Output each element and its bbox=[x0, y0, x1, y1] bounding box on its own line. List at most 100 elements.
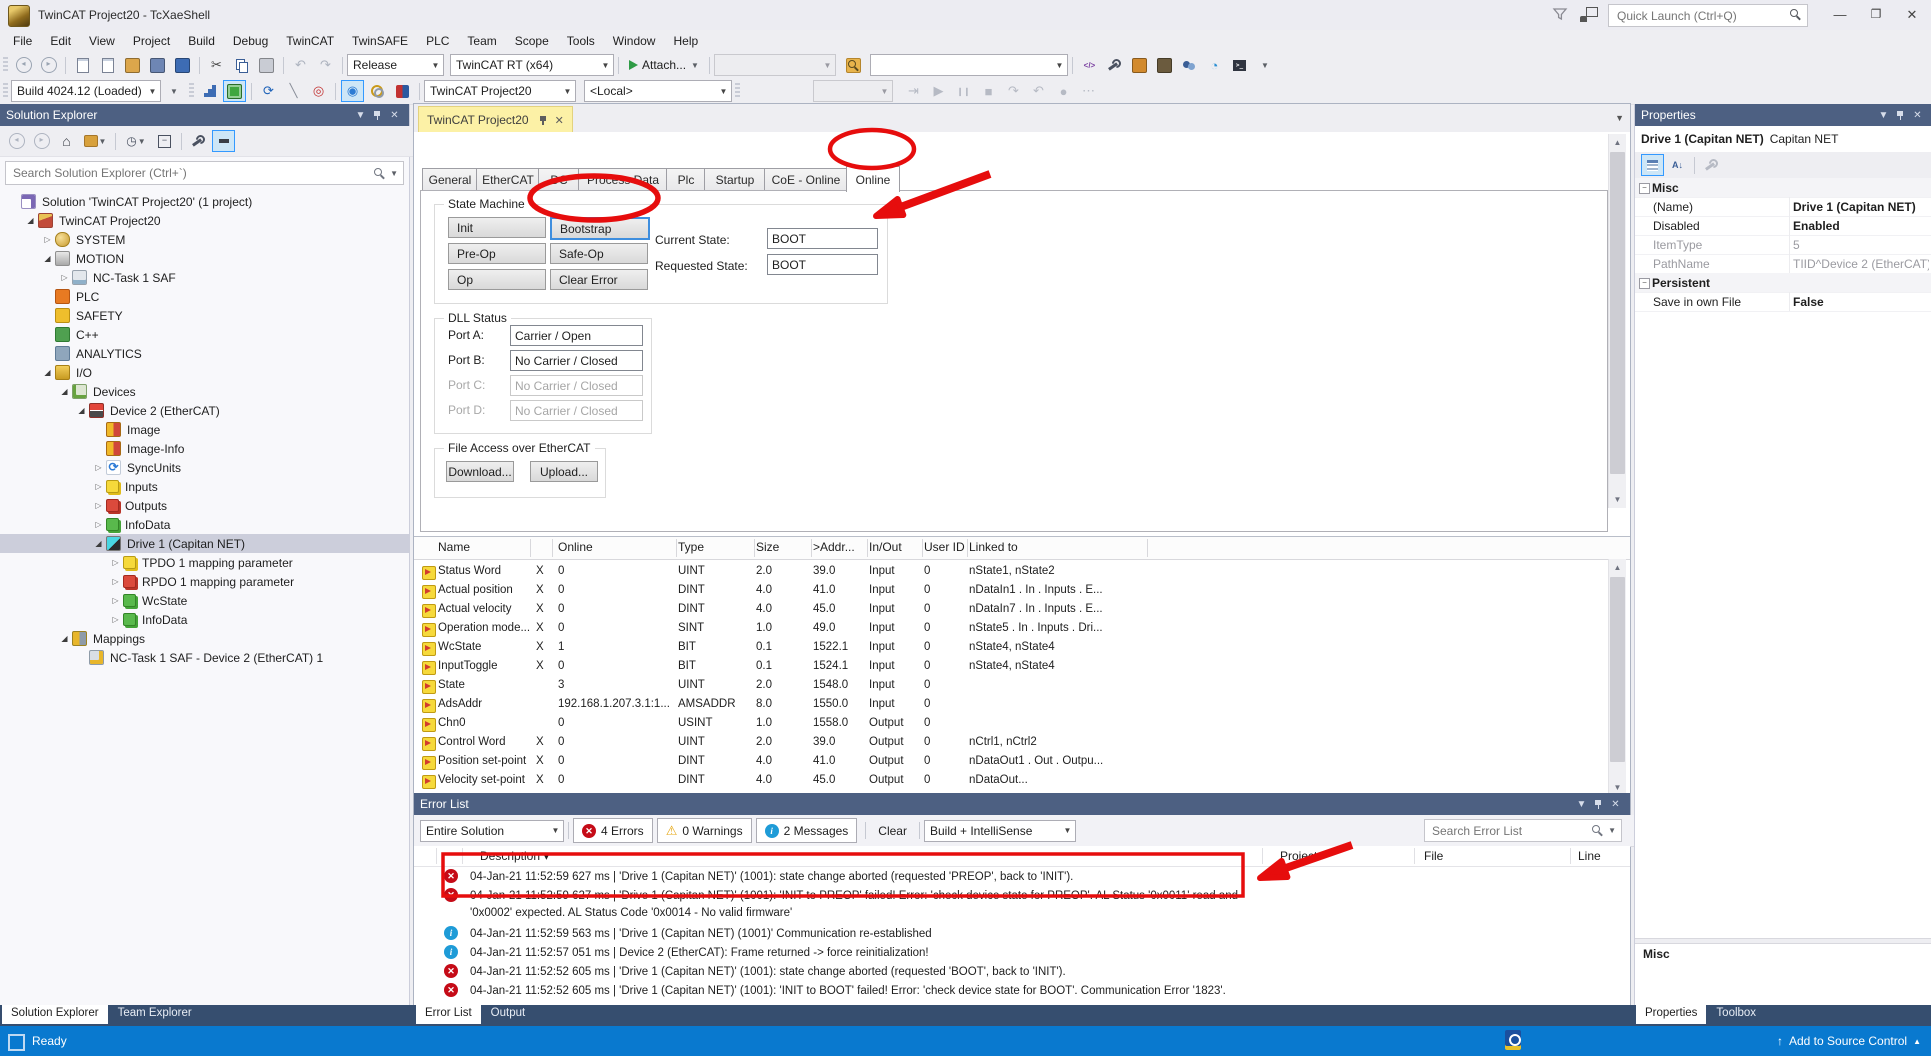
close-icon[interactable]: ✕ bbox=[1607, 796, 1624, 812]
dock-tab-properties[interactable]: Properties bbox=[1636, 1005, 1706, 1024]
solution-platforms-icon[interactable] bbox=[198, 80, 221, 102]
tree-item-infodata[interactable]: ▷InfoData bbox=[0, 515, 409, 534]
error-list-row[interactable]: i04-Jan-21 11:52:59 563 ms | 'Drive 1 (C… bbox=[414, 923, 1630, 942]
error-column-separator[interactable] bbox=[462, 848, 463, 864]
property-row-pathname[interactable]: PathNameTIID^Device 2 (EtherCAT)^ bbox=[1635, 254, 1931, 274]
dialog-tab-online[interactable]: Online bbox=[846, 166, 900, 192]
document-well-dropdown-icon[interactable]: ▼ bbox=[1615, 113, 1624, 123]
tree-expander-icon[interactable]: ◢ bbox=[25, 216, 36, 225]
port-status-field[interactable]: Carrier / Open bbox=[510, 325, 643, 346]
menu-item-twinsafe[interactable]: TwinSAFE bbox=[343, 31, 417, 51]
tree-item-tpdo-1-mapping-parameter[interactable]: ▷TPDO 1 mapping parameter bbox=[0, 553, 409, 572]
tree-expander-icon[interactable]: ▷ bbox=[110, 558, 121, 567]
tree-item-motion[interactable]: ◢MOTION bbox=[0, 249, 409, 268]
port-status-field[interactable]: No Carrier / Closed bbox=[510, 400, 643, 421]
property-row-itemtype[interactable]: ItemType5 bbox=[1635, 235, 1931, 255]
safe-op-button[interactable]: Safe-Op bbox=[550, 243, 648, 264]
twincat-project-combo[interactable]: TwinCAT Project20▼ bbox=[424, 80, 576, 102]
scroll-up-icon[interactable]: ▲ bbox=[1609, 559, 1626, 576]
dialog-tab-startup[interactable]: Startup bbox=[704, 168, 766, 191]
command-window-icon[interactable]: >_ bbox=[1228, 54, 1251, 76]
grid-row-wcstate[interactable]: WcStateX1BIT0.11522.1Input0nState4, nSta… bbox=[414, 639, 1614, 658]
port-status-field[interactable]: No Carrier / Closed bbox=[510, 375, 643, 396]
tree-expander-icon[interactable]: ▷ bbox=[93, 520, 104, 529]
tree-expander-icon[interactable]: ▷ bbox=[93, 501, 104, 510]
tree-expander-icon[interactable]: ◢ bbox=[76, 406, 87, 415]
solution-explorer-search-input[interactable] bbox=[11, 164, 374, 182]
pin-icon[interactable] bbox=[1892, 107, 1909, 123]
grid-row-velocity-set-point[interactable]: Velocity set-pointX0DINT4.045.0Output0nD… bbox=[414, 772, 1614, 791]
toolbar-grip[interactable] bbox=[735, 83, 740, 99]
toolbar-grip[interactable] bbox=[189, 83, 194, 99]
menu-item-tools[interactable]: Tools bbox=[558, 31, 604, 51]
back-icon[interactable]: ◂ bbox=[5, 130, 28, 152]
search-options-icon[interactable]: ▼ bbox=[1608, 826, 1616, 835]
property-row--name-[interactable]: (Name)Drive 1 (Capitan NET) bbox=[1635, 197, 1931, 217]
find-combo[interactable]: ▼ bbox=[870, 54, 1068, 76]
forward-icon[interactable]: ▸ bbox=[37, 54, 60, 76]
menu-item-scope[interactable]: Scope bbox=[506, 31, 558, 51]
solution-explorer-search[interactable]: ▼ bbox=[5, 161, 404, 185]
tree-item-devices[interactable]: ◢Devices bbox=[0, 382, 409, 401]
dialog-scrollbar[interactable]: ▲ ▼ bbox=[1608, 134, 1626, 508]
xml-editor-icon[interactable]: </> bbox=[1078, 54, 1101, 76]
add-new-item-icon[interactable] bbox=[96, 54, 119, 76]
properties-wrench-icon[interactable] bbox=[187, 130, 210, 152]
error-column-separator[interactable] bbox=[1414, 848, 1415, 864]
dock-tab-toolbox[interactable]: Toolbox bbox=[1707, 1005, 1765, 1024]
options-icon[interactable]: ⋯ bbox=[1077, 80, 1100, 102]
menu-item-debug[interactable]: Debug bbox=[224, 31, 277, 51]
dialog-tab-ethercat[interactable]: EtherCAT bbox=[476, 168, 540, 191]
copy-icon[interactable] bbox=[230, 54, 253, 76]
error-column-file[interactable]: File bbox=[1424, 849, 1443, 863]
work-items-icon[interactable] bbox=[1153, 54, 1176, 76]
grid-column-separator[interactable] bbox=[552, 539, 553, 557]
tree-item-safety[interactable]: SAFETY bbox=[0, 306, 409, 325]
dialog-tab-dc[interactable]: DC bbox=[538, 168, 580, 191]
close-icon[interactable]: ✕ bbox=[1909, 107, 1926, 123]
error-column-line[interactable]: Line bbox=[1578, 849, 1601, 863]
download-button[interactable]: Download... bbox=[446, 461, 514, 482]
error-list-header[interactable]: Error List ▼ ✕ bbox=[414, 793, 1630, 815]
toolbar-overflow-icon[interactable]: ▼ bbox=[162, 80, 185, 102]
forward-icon[interactable]: ▸ bbox=[30, 130, 53, 152]
grid-column--addr-[interactable]: >Addr... bbox=[813, 540, 855, 554]
configuration-combo[interactable]: Release▼ bbox=[347, 54, 444, 76]
dialog-tab-process-data[interactable]: Process Data bbox=[578, 168, 668, 191]
requested-state-field[interactable]: BOOT bbox=[767, 254, 878, 275]
grid-column-separator[interactable] bbox=[1147, 539, 1148, 557]
pin-icon[interactable] bbox=[1590, 796, 1607, 812]
wrench-icon[interactable] bbox=[1103, 54, 1126, 76]
tree-item-syncunits[interactable]: ▷SyncUnits bbox=[0, 458, 409, 477]
window-position-icon[interactable]: ▼ bbox=[1573, 796, 1590, 812]
debug-target-combo[interactable]: ▼ bbox=[714, 54, 836, 76]
menu-item-team[interactable]: Team bbox=[458, 31, 505, 51]
document-tab[interactable]: TwinCAT Project20 ✕ bbox=[418, 106, 573, 133]
menu-item-twincat[interactable]: TwinCAT bbox=[277, 31, 343, 51]
tree-expander-icon[interactable]: ◢ bbox=[42, 254, 53, 263]
step-over-icon[interactable]: ↷ bbox=[1002, 80, 1025, 102]
grid-column-name[interactable]: Name bbox=[438, 540, 470, 554]
pin-icon[interactable] bbox=[539, 115, 548, 126]
error-column-separator[interactable] bbox=[436, 848, 437, 864]
errors-filter-button[interactable]: ✕4 Errors bbox=[573, 818, 653, 843]
error-search-input[interactable] bbox=[1430, 822, 1592, 839]
minimize-button[interactable]: — bbox=[1822, 0, 1858, 29]
find-in-files-icon[interactable] bbox=[842, 54, 865, 76]
error-column-project[interactable]: Project bbox=[1280, 849, 1317, 863]
scroll-down-icon[interactable]: ▼ bbox=[1609, 491, 1626, 508]
undo-icon[interactable]: ↶ bbox=[289, 54, 312, 76]
property-value[interactable]: False bbox=[1793, 295, 1824, 309]
team-icon[interactable] bbox=[1178, 54, 1201, 76]
error-list-search[interactable]: ▼ bbox=[1424, 819, 1622, 842]
grid-row-chn0[interactable]: Chn00USINT1.01558.0Output0 bbox=[414, 715, 1614, 734]
toolbox-icon[interactable] bbox=[1128, 54, 1151, 76]
grid-column-in-out[interactable]: In/Out bbox=[869, 540, 902, 554]
grid-row-operation-mode-[interactable]: Operation mode...X0SINT1.049.0Input0nSta… bbox=[414, 620, 1614, 639]
cut-icon[interactable]: ✂ bbox=[205, 54, 228, 76]
web-browser-icon[interactable]: ◔ bbox=[1203, 54, 1226, 76]
toolbar-grip[interactable] bbox=[3, 83, 8, 99]
tree-expander-icon[interactable]: ▷ bbox=[110, 596, 121, 605]
plc-instance-combo[interactable]: ▼ bbox=[813, 80, 893, 102]
grid-column-separator[interactable] bbox=[922, 539, 923, 557]
